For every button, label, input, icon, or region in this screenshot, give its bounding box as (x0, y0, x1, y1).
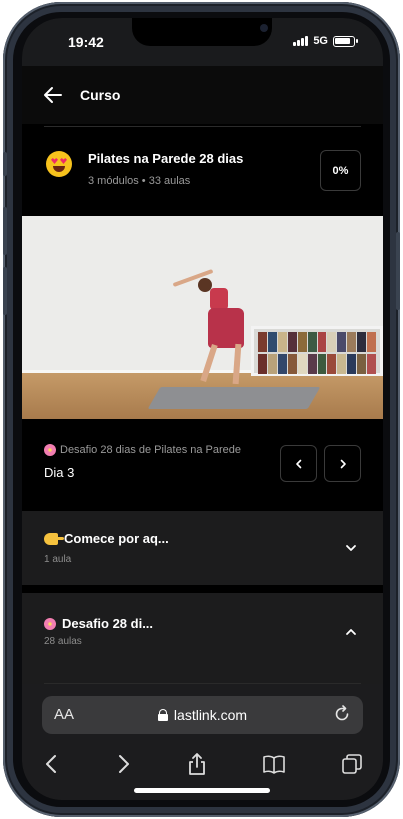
address-bar[interactable]: AA lastlink.com (42, 696, 363, 734)
pointing-hand-icon (44, 532, 64, 545)
screen: 19:42 5G Curso Pilates na Parede 28 dias… (22, 18, 383, 800)
notch (132, 18, 272, 46)
browser-back-icon[interactable] (40, 752, 64, 776)
url-text: lastlink.com (173, 707, 248, 723)
bookmarks-icon[interactable] (262, 752, 286, 776)
browser-forward-icon[interactable] (111, 752, 135, 776)
signal-icon (293, 36, 309, 46)
flower-icon (44, 617, 56, 630)
page-title: Curso (80, 87, 121, 103)
tabs-icon[interactable] (340, 752, 364, 776)
module-lesson-count: 1 aula (44, 554, 72, 565)
header-divider (44, 126, 361, 127)
chevron-right-icon (340, 459, 346, 468)
status-time: 19:42 (68, 34, 104, 50)
reload-icon[interactable] (333, 705, 351, 723)
course-meta: 3 módulos • 33 aulas (88, 175, 191, 187)
network-label: 5G (313, 35, 328, 47)
module-title-challenge: Desafio 28 di... (44, 616, 153, 631)
app-header: Curso (22, 66, 383, 124)
module-title-start: Comece por aq... (44, 531, 169, 546)
volume-down-button (3, 267, 7, 315)
lesson-title: Dia 3 (44, 465, 75, 480)
text-size-button[interactable]: AA (54, 706, 74, 723)
front-camera (260, 24, 268, 32)
flower-icon (44, 444, 56, 456)
browser-toolbar (22, 744, 383, 784)
chevron-down-icon[interactable] (345, 542, 357, 554)
share-icon[interactable] (185, 752, 209, 776)
browser-bottom-bar: AA lastlink.com (22, 684, 383, 800)
status-bar: 19:42 5G (22, 18, 383, 66)
chevron-up-icon[interactable] (345, 626, 357, 638)
progress-value: 0% (332, 164, 349, 177)
home-indicator (134, 788, 270, 793)
lock-icon (157, 709, 168, 721)
status-indicators: 5G (293, 35, 358, 47)
heart-eyes-emoji-icon (46, 151, 72, 177)
module-title-text: Desafio 28 di... (62, 616, 154, 631)
url-display[interactable]: lastlink.com (157, 707, 248, 723)
video-person-torso (210, 288, 228, 310)
module-lesson-count: 28 aulas (44, 636, 82, 647)
mute-switch (3, 152, 7, 176)
lesson-module: Desafio 28 dias de Pilates na Parede (44, 444, 241, 456)
video-bookshelf (251, 326, 383, 376)
video-player[interactable] (22, 216, 383, 419)
video-yoga-mat (147, 387, 321, 409)
module-accordion-start[interactable]: Comece por aq... 1 aula (22, 511, 383, 585)
previous-lesson-button[interactable] (280, 445, 317, 482)
next-lesson-button[interactable] (324, 445, 361, 482)
back-arrow-icon[interactable] (42, 84, 64, 106)
battery-icon (333, 35, 358, 47)
lesson-module-label: Desafio 28 dias de Pilates na Parede (60, 444, 242, 456)
progress-badge: 0% (320, 150, 361, 191)
course-title: Pilates na Parede 28 dias (88, 151, 244, 166)
volume-up-button (3, 207, 7, 255)
chevron-left-icon (295, 459, 301, 468)
video-person-shorts (208, 308, 244, 348)
module-title-text: Comece por aq... (64, 531, 169, 546)
power-button (396, 232, 400, 310)
module-accordion-challenge[interactable]: Desafio 28 di... 28 aulas (22, 593, 383, 684)
lesson-navigation: Desafio 28 dias de Pilates na Parede Dia… (22, 419, 383, 511)
